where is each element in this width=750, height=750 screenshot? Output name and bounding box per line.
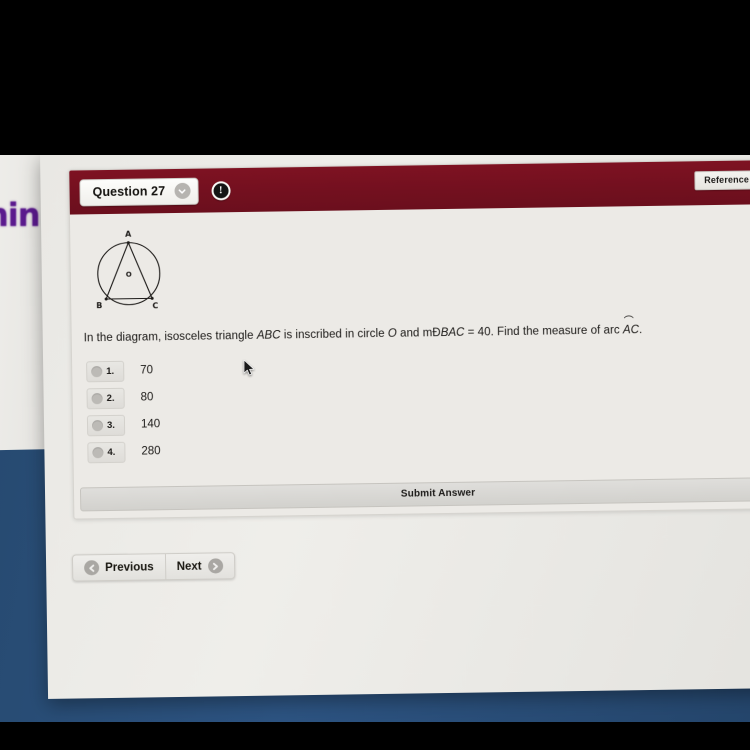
choice-value: 140 — [140, 418, 161, 431]
question-body: A B C O In the diagram, isosceles triang… — [70, 204, 750, 511]
question-navigation: Previous Next — [71, 552, 235, 582]
arrow-right-icon — [207, 558, 223, 574]
letterbox-top — [0, 0, 750, 155]
info-icon-glyph: ! — [213, 182, 229, 198]
prompt-part-3: and mÐ — [396, 327, 441, 340]
arrow-left-icon — [84, 560, 100, 576]
prompt-part-5: . — [638, 324, 643, 337]
radio-icon[interactable] — [91, 392, 103, 404]
figure-label-b: B — [96, 301, 102, 310]
question-selector[interactable]: Question 27 — [79, 177, 199, 206]
radio-icon[interactable] — [91, 419, 104, 431]
choice-number: 3. — [106, 419, 116, 431]
choice-pill-3[interactable]: 3. — [86, 414, 126, 436]
answer-choices: 1. 70 2. 80 3. 140 4. 280 — [86, 350, 750, 463]
choice-number: 4. — [107, 446, 116, 458]
arc-overbar-icon: ⌒ — [623, 316, 634, 328]
figure-label-o: O — [126, 271, 132, 279]
prompt-part-2: is inscribed in circle — [280, 327, 388, 342]
choice-pill-4[interactable]: 4. — [87, 441, 126, 463]
choice-number: 1. — [106, 365, 115, 377]
geometry-diagram: A B C O — [88, 225, 171, 314]
list-item[interactable]: 1. 70 — [86, 350, 750, 382]
next-label: Next — [176, 560, 202, 573]
site-logo-partial: nin — [0, 196, 41, 234]
choice-number: 2. — [106, 392, 115, 404]
choice-value: 70 — [140, 364, 154, 377]
chevron-down-icon[interactable] — [174, 182, 191, 200]
prompt-part-1: In the diagram, isosceles triangle — [83, 329, 257, 345]
reference-tables-button[interactable]: Reference Tables — [694, 169, 750, 191]
next-button[interactable]: Next — [164, 553, 234, 580]
list-item[interactable]: 3. 140 — [86, 404, 750, 436]
figure-label-a: A — [125, 230, 132, 239]
choice-pill-2[interactable]: 2. — [86, 387, 125, 409]
choice-value: 80 — [140, 391, 154, 404]
prompt-part-4: = 40. Find the measure of arc — [464, 324, 624, 339]
choice-pill-1[interactable]: 1. — [86, 360, 125, 382]
prompt-arc-ac: ⌒ AC — [623, 316, 639, 339]
radio-icon[interactable] — [91, 365, 103, 377]
figure-label-c: C — [152, 301, 158, 310]
question-prompt: In the diagram, isosceles triangle ABC i… — [83, 316, 750, 347]
submit-answer-button[interactable]: Submit Answer — [79, 476, 750, 511]
prompt-angle-bac: BAC — [440, 326, 465, 340]
mouse-pointer-icon — [243, 359, 256, 382]
browser-page-wrapper: Question 27 ! Reference Tables — [40, 143, 750, 699]
list-item[interactable]: 2. 80 — [86, 377, 750, 409]
photo-of-screen: nin Question 27 ! — [0, 0, 750, 750]
info-icon[interactable]: ! — [211, 180, 231, 200]
submit-bar: Submit Answer — [79, 476, 750, 511]
prompt-triangle-abc: ABC — [256, 329, 281, 342]
previous-label: Previous — [105, 560, 154, 574]
question-card: Question 27 ! Reference Tables — [68, 158, 750, 520]
choice-value: 280 — [141, 445, 161, 458]
prompt-circle-o: O — [387, 327, 397, 340]
radio-icon[interactable] — [92, 446, 104, 458]
letterbox-bottom — [0, 722, 750, 750]
list-item[interactable]: 4. 280 — [87, 431, 750, 463]
previous-button[interactable]: Previous — [73, 554, 165, 580]
question-number-label: Question 27 — [92, 184, 166, 200]
browser-page: Question 27 ! Reference Tables — [40, 143, 750, 699]
